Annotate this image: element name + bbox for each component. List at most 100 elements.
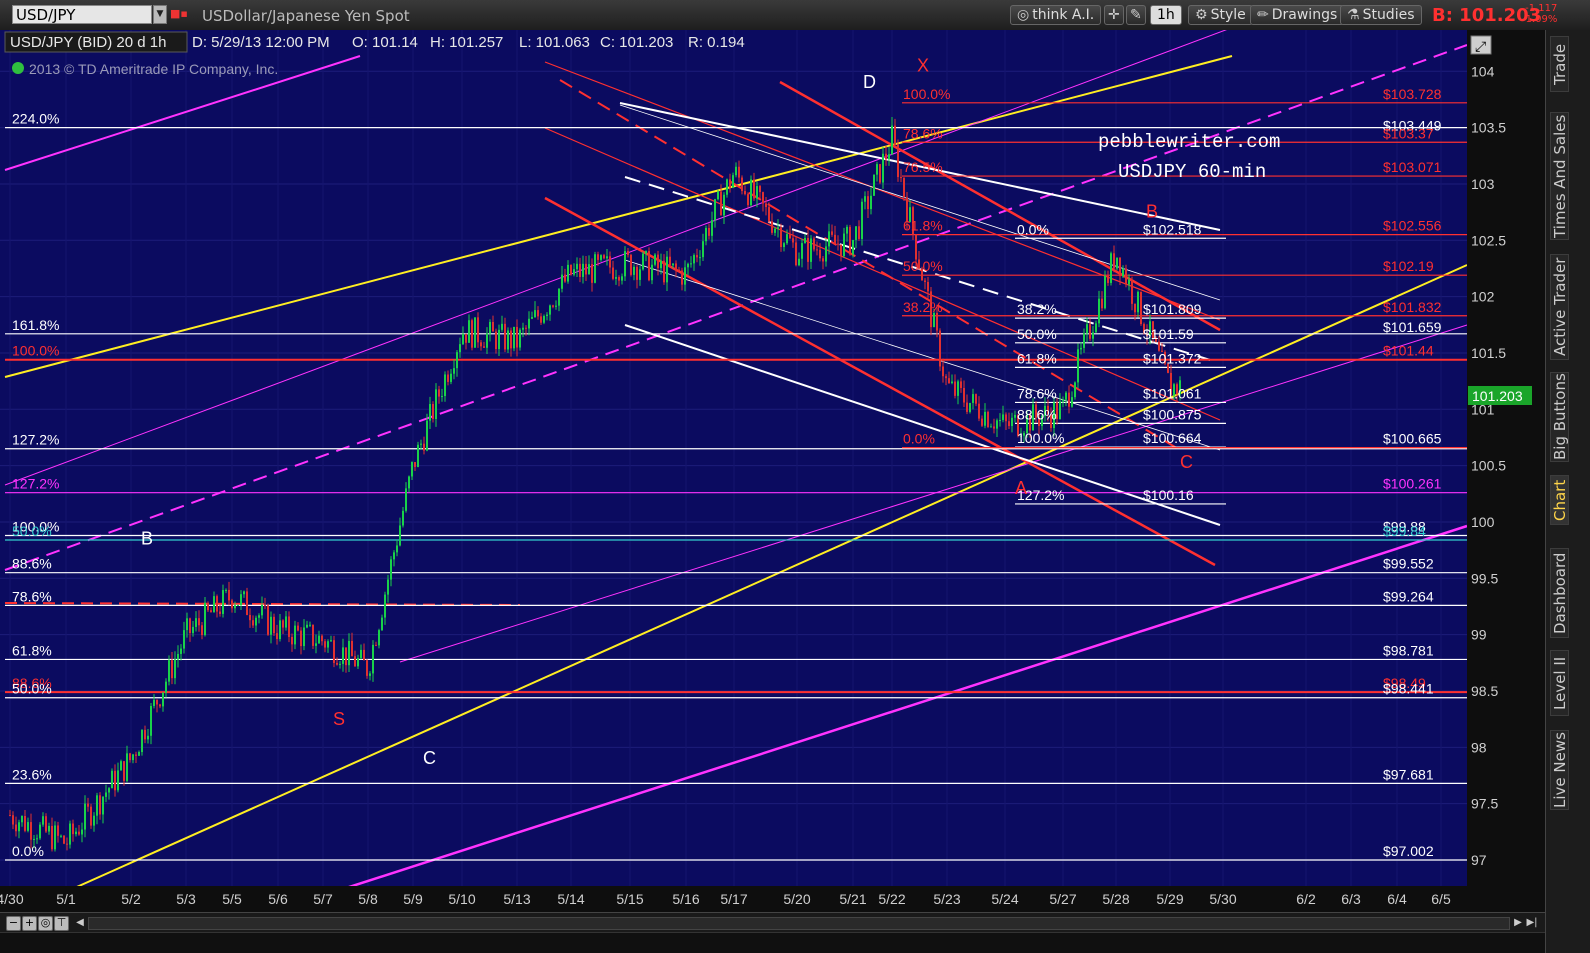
candle-body [303, 627, 305, 647]
scroll-icon[interactable]: ⊤ [54, 916, 69, 931]
candle-body [102, 796, 104, 815]
candle-body [561, 274, 563, 289]
candle-body [354, 656, 356, 667]
x-tick-label: 5/20 [783, 891, 810, 907]
candle-body [165, 681, 167, 693]
header-date: D: 5/29/13 12:00 PM [192, 34, 330, 51]
candle-body [282, 620, 284, 628]
candle-body [822, 258, 824, 262]
candle-body [942, 366, 944, 377]
tab-level-ii[interactable]: Level II [1550, 650, 1569, 716]
price-level-label: $99.552 [1383, 556, 1434, 572]
candle-body [723, 194, 725, 216]
candle-body [1125, 268, 1127, 285]
candle-body [804, 237, 806, 244]
candle-body [972, 394, 974, 403]
candle-body [1110, 253, 1112, 283]
candle-body [549, 305, 551, 315]
candle-body [174, 659, 176, 679]
x-tick-label: 5/16 [672, 891, 699, 907]
tab-times-and-sales[interactable]: Times And Sales [1550, 112, 1569, 240]
symbol-dropdown-icon[interactable]: ▼ [153, 5, 167, 24]
tools-button[interactable]: ✎ [1126, 5, 1146, 25]
x-tick-label: 6/2 [1296, 891, 1316, 907]
tab-dashboard[interactable]: Dashboard [1550, 548, 1569, 638]
candle-body [258, 615, 260, 618]
candle-body [612, 267, 614, 279]
candle-body [138, 752, 140, 756]
drawings-button[interactable]: ✏ Drawings [1250, 5, 1345, 25]
candle-body [882, 153, 884, 183]
candle-body [57, 825, 59, 836]
candle-body [36, 838, 38, 840]
zoom-fit-icon[interactable]: ◎ [38, 916, 53, 931]
scroll-end-icon[interactable]: ▶| [1526, 916, 1538, 929]
tab-trade[interactable]: Trade [1550, 36, 1569, 92]
time-scrollbar[interactable] [88, 917, 1510, 930]
candle-body [705, 227, 707, 242]
tab-live-news[interactable]: Live News [1550, 730, 1569, 810]
candle-body [675, 263, 677, 270]
fib-label: 50.0% [12, 523, 52, 539]
tab-chart[interactable]: Chart [1550, 475, 1569, 525]
candle-body [618, 277, 620, 281]
candle-body [834, 234, 836, 244]
x-tick-label: 5/6 [268, 891, 288, 907]
scroll-right-icon[interactable]: ▶ [1512, 916, 1524, 929]
candle-body [90, 806, 92, 826]
think-ai-button[interactable]: ◎ think A.I. [1010, 5, 1102, 25]
wave-label: D [863, 72, 876, 92]
candle-body [606, 256, 608, 259]
interval-button[interactable]: 1h [1150, 5, 1182, 25]
candle-body [903, 177, 905, 198]
candle-body [633, 266, 635, 275]
candle-body [78, 831, 80, 835]
candle-body [786, 234, 788, 244]
candle-body [663, 260, 665, 283]
info-icon[interactable] [12, 62, 24, 74]
zoom-in-icon[interactable]: + [22, 916, 37, 931]
fib-label: 78.6% [12, 588, 52, 604]
tab-big-buttons[interactable]: Big Buttons [1550, 372, 1569, 462]
candle-body [615, 277, 617, 279]
candle-body [1089, 324, 1091, 339]
crosshair-button[interactable]: ✛ [1104, 5, 1124, 25]
price-level-label: $100.16 [1143, 487, 1194, 503]
symbol-input[interactable]: USD/JPY [12, 5, 152, 24]
candle-body [621, 276, 623, 281]
candle-body [783, 243, 785, 248]
candle-body [681, 270, 683, 285]
candle-body [678, 269, 680, 271]
watermark-symbol: USDJPY 60-min [1118, 161, 1266, 183]
candle-body [1011, 417, 1013, 427]
candle-body [588, 264, 590, 275]
candle-body [810, 238, 812, 262]
candle-body [153, 699, 155, 706]
candle-body [363, 649, 365, 661]
price-chart[interactable]: 224.0% 161.8% 100.0% 127.2% 127.2% 100.0% 50.0… [0, 30, 1545, 912]
candle-body [93, 815, 95, 826]
candle-body [540, 316, 542, 323]
candle-body [1095, 323, 1097, 333]
candle-body [387, 579, 389, 595]
price-level-label: $98.441 [1383, 681, 1434, 697]
studies-button[interactable]: ⚗ Studies [1340, 5, 1422, 25]
candle-body [297, 625, 299, 631]
candle-body [645, 251, 647, 254]
candle-body [63, 835, 65, 844]
candle-body [183, 630, 185, 649]
candle-body [159, 704, 161, 707]
x-tick-label: 6/5 [1431, 891, 1451, 907]
candle-body [885, 153, 887, 160]
scroll-left-icon[interactable]: ◀ [74, 916, 86, 929]
candle-body [687, 263, 689, 268]
style-button[interactable]: ⚙ Style [1188, 5, 1253, 25]
candle-body [867, 196, 869, 210]
candle-body [150, 705, 152, 736]
crosshair-icon: ✛ [1108, 7, 1120, 23]
tab-active-trader[interactable]: Active Trader [1550, 254, 1569, 360]
candle-body [570, 264, 572, 275]
zoom-out-icon[interactable]: − [6, 916, 21, 931]
candle-body [192, 626, 194, 634]
candle-body [738, 166, 740, 178]
